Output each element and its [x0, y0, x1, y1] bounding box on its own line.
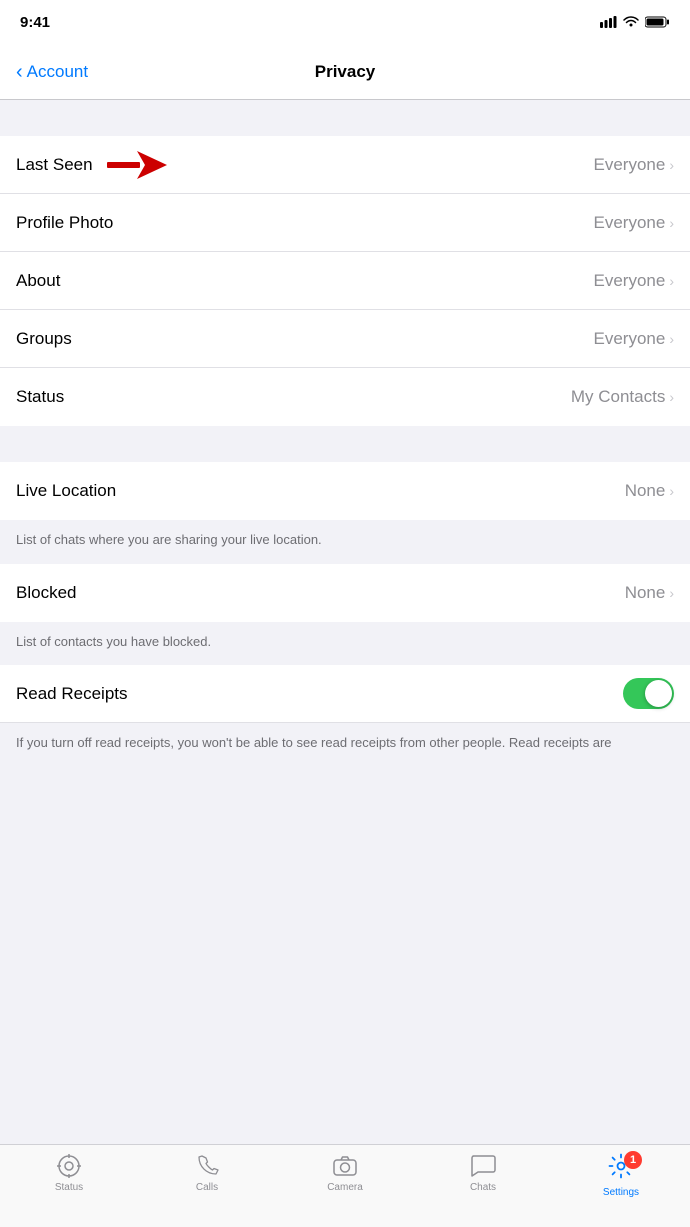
- tab-bar: Status Calls Camera Chats: [0, 1144, 690, 1227]
- last-seen-value-wrap: Everyone ›: [594, 155, 675, 175]
- groups-label: Groups: [16, 329, 72, 349]
- status-chevron-icon: ›: [669, 389, 674, 405]
- mid-section-gap: [0, 426, 690, 462]
- profile-photo-label: Profile Photo: [16, 213, 113, 233]
- live-location-section: Live Location None ›: [0, 462, 690, 520]
- tab-chats[interactable]: Chats: [414, 1153, 552, 1193]
- about-value-wrap: Everyone ›: [594, 271, 675, 291]
- blocked-section: Blocked None ›: [0, 564, 690, 622]
- groups-chevron-icon: ›: [669, 331, 674, 347]
- app-container: 9:41 ‹ Account Privacy: [0, 0, 690, 850]
- live-location-value-wrap: None ›: [625, 481, 674, 501]
- privacy-section: Last Seen Everyone › Profile Photo Every…: [0, 136, 690, 426]
- chats-tab-icon: [470, 1153, 496, 1179]
- groups-value-wrap: Everyone ›: [594, 329, 675, 349]
- row-read-receipts: Read Receipts: [0, 665, 690, 723]
- camera-tab-icon: [332, 1153, 358, 1179]
- about-label: About: [16, 271, 60, 291]
- last-seen-value: Everyone: [594, 155, 666, 175]
- red-arrow-icon: [107, 151, 167, 179]
- last-seen-chevron-icon: ›: [669, 157, 674, 173]
- top-section-gap: [0, 100, 690, 136]
- about-value: Everyone: [594, 271, 666, 291]
- profile-photo-chevron-icon: ›: [669, 215, 674, 231]
- blocked-chevron-icon: ›: [669, 585, 674, 601]
- last-seen-label: Last Seen: [16, 155, 93, 175]
- status-label: Status: [16, 387, 64, 407]
- live-location-chevron-icon: ›: [669, 483, 674, 499]
- live-location-label: Live Location: [16, 481, 116, 501]
- row-profile-photo[interactable]: Profile Photo Everyone ›: [0, 194, 690, 252]
- tab-calls-label: Calls: [196, 1182, 218, 1193]
- nav-bar: ‹ Account Privacy: [0, 44, 690, 100]
- toggle-knob: [645, 680, 672, 707]
- status-tab-icon: [56, 1153, 82, 1179]
- row-status[interactable]: Status My Contacts ›: [0, 368, 690, 426]
- tab-status[interactable]: Status: [0, 1153, 138, 1193]
- status-bar: 9:41: [0, 0, 690, 44]
- tab-chats-label: Chats: [470, 1182, 496, 1193]
- tab-status-label: Status: [55, 1182, 83, 1193]
- status-icons: [600, 16, 670, 28]
- last-seen-label-wrap: Last Seen: [16, 151, 167, 179]
- groups-value: Everyone: [594, 329, 666, 349]
- status-value-wrap: My Contacts ›: [571, 387, 674, 407]
- back-button[interactable]: ‹ Account: [16, 62, 88, 82]
- tab-camera-label: Camera: [327, 1182, 363, 1193]
- tab-camera[interactable]: Camera: [276, 1153, 414, 1193]
- settings-badge: 1: [624, 1151, 642, 1169]
- status-time: 9:41: [20, 14, 50, 31]
- blocked-value: None: [625, 583, 666, 603]
- row-about[interactable]: About Everyone ›: [0, 252, 690, 310]
- blocked-label: Blocked: [16, 583, 76, 603]
- content: Last Seen Everyone › Profile Photo Every…: [0, 100, 690, 850]
- row-groups[interactable]: Groups Everyone ›: [0, 310, 690, 368]
- page-title: Privacy: [315, 62, 376, 82]
- row-blocked[interactable]: Blocked None ›: [0, 564, 690, 622]
- read-receipts-toggle[interactable]: [623, 678, 674, 709]
- tab-settings[interactable]: 1 Settings: [552, 1153, 690, 1198]
- battery-icon: [645, 16, 670, 28]
- tab-badge: 1: [608, 1153, 634, 1184]
- row-live-location[interactable]: Live Location None ›: [0, 462, 690, 520]
- back-label: Account: [27, 62, 88, 82]
- about-chevron-icon: ›: [669, 273, 674, 289]
- blocked-value-wrap: None ›: [625, 583, 674, 603]
- live-location-info: List of chats where you are sharing your…: [0, 520, 690, 564]
- profile-photo-value-wrap: Everyone ›: [594, 213, 675, 233]
- blocked-info: List of contacts you have blocked.: [0, 622, 690, 666]
- signal-icon: [600, 16, 617, 28]
- tab-settings-label: Settings: [603, 1187, 639, 1198]
- live-location-value: None: [625, 481, 666, 501]
- read-receipts-info: If you turn off read receipts, you won't…: [0, 723, 690, 767]
- tab-calls[interactable]: Calls: [138, 1153, 276, 1193]
- calls-tab-icon: [194, 1153, 220, 1179]
- profile-photo-value: Everyone: [594, 213, 666, 233]
- row-last-seen[interactable]: Last Seen Everyone ›: [0, 136, 690, 194]
- read-receipts-section: Read Receipts: [0, 665, 690, 723]
- back-chevron-icon: ‹: [16, 62, 23, 82]
- status-value: My Contacts: [571, 387, 665, 407]
- read-receipts-label: Read Receipts: [16, 684, 128, 704]
- wifi-icon: [623, 16, 639, 28]
